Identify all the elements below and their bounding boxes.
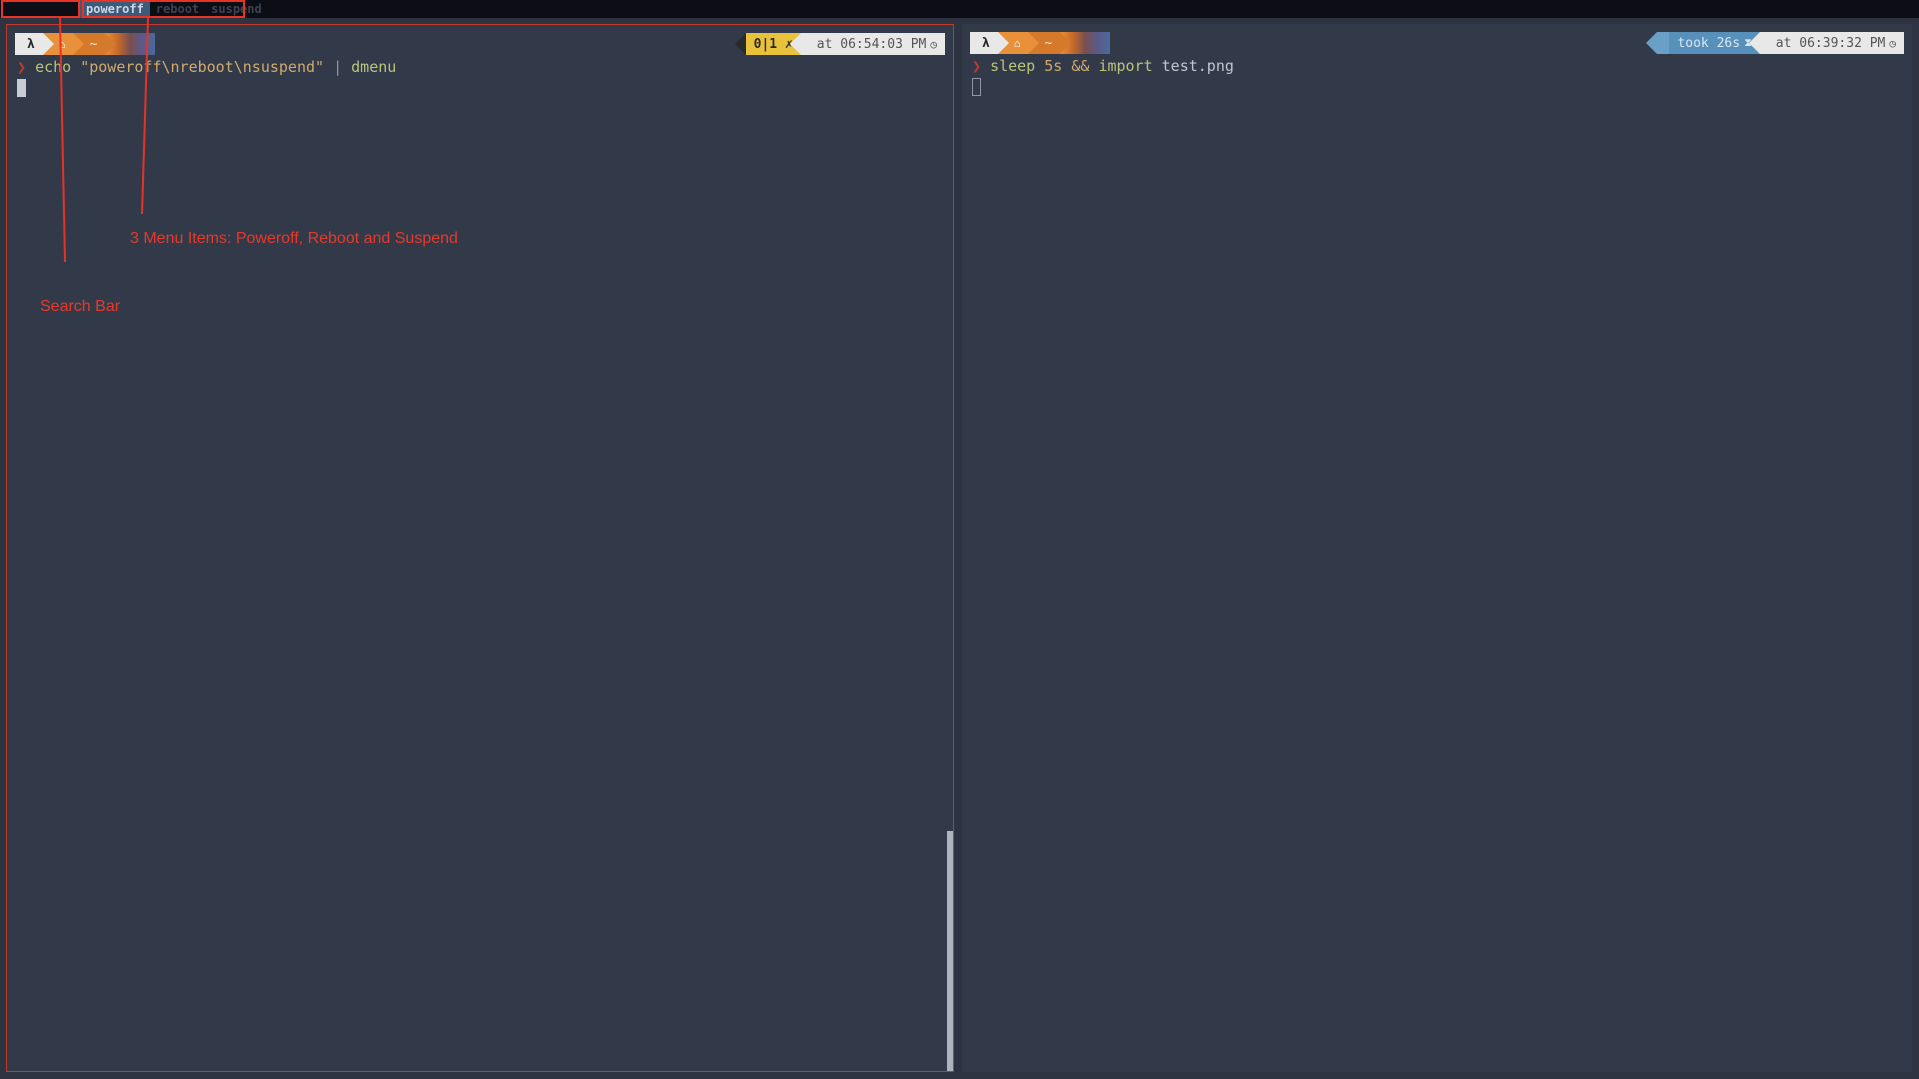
terminal-pane-left[interactable]: λ ⌂ ~ 0|1 ✗ at 06:54:03 PM ◷ ❯ echo "pow… (6, 24, 954, 1072)
prompt-blue-sep (1657, 32, 1669, 54)
annotation-search-label: Search Bar (40, 298, 120, 316)
terminal-pane-right[interactable]: λ ⌂ ~ took 26s ⧗ at 06:39:32 PM ◷ ❯ slee… (962, 24, 1912, 1072)
prompt-time: at 06:54:03 PM ◷ (801, 33, 945, 55)
prompt-caret: ❯ (972, 57, 981, 75)
prompt-time: at 06:39:32 PM ◷ (1760, 32, 1904, 54)
annotation-menu-label: 3 Menu Items: Poweroff, Reboot and Suspe… (130, 230, 458, 248)
home-icon: ⌂ (59, 38, 66, 51)
home-icon: ⌂ (1014, 37, 1021, 50)
prompt-statusbar-right: λ ⌂ ~ took 26s ⧗ at 06:39:32 PM ◷ (970, 32, 1904, 54)
highlight-menu-box (82, 0, 245, 18)
clock-icon: ◷ (1889, 37, 1896, 50)
cursor-left (17, 79, 26, 97)
dmenu-bar: poweroff reboot suspend (0, 0, 1919, 18)
clock-icon: ◷ (930, 38, 937, 51)
scrollbar-left[interactable] (947, 831, 953, 1071)
prompt-caret: ❯ (17, 58, 26, 76)
command-line-left[interactable]: ❯ echo "poweroff\nreboot\nsuspend" | dme… (7, 57, 953, 77)
prompt-took: took 26s ⧗ (1669, 32, 1759, 54)
prompt-lambda: λ (15, 33, 43, 55)
command-line-right[interactable]: ❯ sleep 5s && import test.png (962, 56, 1912, 76)
highlight-search-box (1, 0, 80, 18)
prompt-lambda: λ (970, 32, 998, 54)
prompt-statusbar-left: λ ⌂ ~ 0|1 ✗ at 06:54:03 PM ◷ (15, 33, 945, 55)
cursor-right (972, 78, 981, 96)
